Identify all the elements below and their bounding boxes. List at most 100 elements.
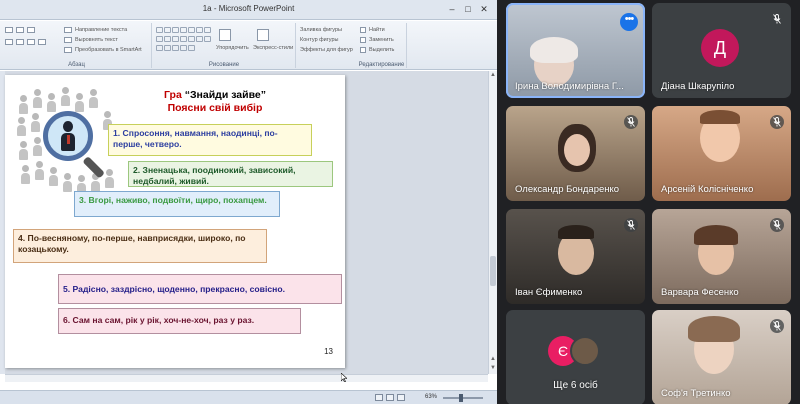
status-bar: 63% xyxy=(0,390,497,404)
bullets-icon[interactable] xyxy=(5,27,13,33)
shape-cloud-icon[interactable] xyxy=(188,36,195,42)
mouse-cursor-icon xyxy=(341,373,347,382)
smartart-button[interactable]: Преобразовать в SmartArt xyxy=(75,47,142,53)
answer-box-5[interactable]: 5. Радісно, заздрісно, щоденно, прекрасн… xyxy=(58,274,342,304)
arrange-button[interactable]: Упорядочить xyxy=(216,45,249,51)
close-button[interactable]: ✕ xyxy=(479,4,489,14)
ribbon: Направление текста Выровнять текст Преоб… xyxy=(0,21,497,70)
people-illustration xyxy=(17,87,117,197)
next-slide-icon[interactable]: ▼ xyxy=(489,365,497,373)
shape-lightning-icon[interactable] xyxy=(172,45,179,51)
scroll-up-icon[interactable]: ▲ xyxy=(489,72,497,80)
participant-tile[interactable]: Варвара Фесенко xyxy=(652,209,791,304)
shape-heart-icon[interactable] xyxy=(180,36,187,42)
zoom-level[interactable]: 63% xyxy=(425,394,437,400)
answer-box-2[interactable]: 2. Зненацька, поодинокий, зависокий, нед… xyxy=(128,161,333,187)
shape-oval-icon[interactable] xyxy=(180,27,187,33)
person-icon xyxy=(33,137,42,156)
shape-cube-icon[interactable] xyxy=(156,45,163,51)
minimize-button[interactable]: – xyxy=(447,4,457,14)
person-icon xyxy=(35,161,44,180)
participant-name: Діана Шкарупіло xyxy=(661,81,735,92)
find-button[interactable]: Найти xyxy=(369,27,385,33)
person-icon xyxy=(19,95,28,114)
person-icon xyxy=(47,93,56,112)
participant-name: Соф'я Третинко xyxy=(661,388,731,399)
shape-smile-icon[interactable] xyxy=(164,45,171,51)
zoom-slider-knob[interactable] xyxy=(459,394,463,402)
mic-off-icon xyxy=(770,115,784,129)
more-participants-tile[interactable]: Є Ще 6 осіб xyxy=(506,310,645,404)
replace-icon xyxy=(360,37,366,43)
shape-wave-icon[interactable] xyxy=(188,45,195,51)
more-options-button[interactable]: ••• xyxy=(620,13,638,31)
answer-box-1[interactable]: 1. Спросоння, навмання, наодинці, по-пер… xyxy=(108,124,312,156)
avatar xyxy=(570,336,600,366)
participant-tile[interactable]: Іван Єфименко xyxy=(506,209,645,304)
screen: 1a - Microsoft PowerPoint – □ ✕ Направле… xyxy=(0,0,800,404)
shape-effects-button[interactable]: Эффекты для фигур xyxy=(300,47,353,53)
shape-flow-icon[interactable] xyxy=(196,36,203,42)
justify-icon[interactable] xyxy=(38,39,46,45)
shape-callout-icon[interactable] xyxy=(172,36,179,42)
slide-title-prefix: Гра xyxy=(163,89,185,101)
shape-format-group: Заливка фигуры Контур фигуры Эффекты для… xyxy=(297,23,357,68)
align-text-button[interactable]: Выровнять текст xyxy=(75,37,118,43)
text-direction-button[interactable]: Направление текста xyxy=(75,27,127,33)
slide[interactable]: Гра “Знайди зайве” Поясни свій вибір 1. … xyxy=(5,75,345,368)
replace-button[interactable]: Заменить xyxy=(369,37,394,43)
shape-outline-button[interactable]: Контур фигуры xyxy=(300,37,338,43)
shape-more-icon[interactable] xyxy=(204,36,211,42)
align-center-icon[interactable] xyxy=(16,39,24,45)
slide-title-quote: “Знайди зайве” xyxy=(184,89,267,101)
shape-bracket-icon[interactable] xyxy=(196,27,203,33)
participant-tile[interactable]: ••• Ірина Володимирівна Г... xyxy=(506,3,645,98)
shape-curve-icon[interactable] xyxy=(156,36,163,42)
slide-sorter-icon[interactable] xyxy=(386,394,394,401)
shape-fill-button[interactable]: Заливка фигуры xyxy=(300,27,342,33)
slideshow-icon[interactable] xyxy=(397,394,405,401)
shape-rectangle-icon[interactable] xyxy=(172,27,179,33)
participant-tile[interactable]: Арсеній Колісніченко xyxy=(652,106,791,201)
paragraph-group: Направление текста Выровнять текст Преоб… xyxy=(2,23,152,68)
maximize-button[interactable]: □ xyxy=(463,4,473,14)
person-icon xyxy=(89,89,98,108)
editing-group-label: Редактирование xyxy=(358,62,405,68)
person-icon xyxy=(49,167,58,186)
align-right-icon[interactable] xyxy=(27,39,35,45)
zoom-slider[interactable] xyxy=(443,394,483,402)
vertical-scrollbar[interactable]: ▲ ▲ ▼ xyxy=(488,71,497,374)
drawing-group: Упорядочить Экспресс-стили Рисование xyxy=(153,23,296,68)
normal-view-icon[interactable] xyxy=(375,394,383,401)
answer-box-3[interactable]: 3. Вгорі, наживо, подвоїти, щиро, похапц… xyxy=(74,191,280,217)
answer-box-6[interactable]: 6. Сам на сам, рік у рік, хоч-не-хоч, ра… xyxy=(58,308,301,334)
answer-box-4[interactable]: 4. По-весняному, по-перше, навприсядки, … xyxy=(13,229,267,263)
shape-arrow-icon[interactable] xyxy=(164,27,171,33)
shape-triangle-icon[interactable] xyxy=(188,27,195,33)
shape-moon-icon[interactable] xyxy=(180,45,187,51)
horizontal-scrollbar[interactable] xyxy=(5,374,488,382)
quick-styles-button[interactable]: Экспресс-стили xyxy=(253,45,293,51)
select-button[interactable]: Выделить xyxy=(369,47,394,53)
more-participants-label: Ще 6 осіб xyxy=(553,380,598,391)
slide-number: 13 xyxy=(324,347,333,356)
participant-tile[interactable]: Олександр Бондаренко xyxy=(506,106,645,201)
indent-icon[interactable] xyxy=(27,27,35,33)
prev-slide-icon[interactable]: ▲ xyxy=(489,356,497,364)
text-direction-icon xyxy=(64,27,72,33)
powerpoint-window: 1a - Microsoft PowerPoint – □ ✕ Направле… xyxy=(0,0,497,404)
participant-tile[interactable]: Д Діана Шкарупіло xyxy=(652,3,791,98)
align-left-icon[interactable] xyxy=(5,39,13,45)
scroll-thumb[interactable] xyxy=(490,256,496,286)
editing-group: Найти Заменить Выделить Редактирование xyxy=(357,23,407,68)
numbering-icon[interactable] xyxy=(16,27,24,33)
drawing-group-label: Рисование xyxy=(208,62,240,68)
shape-line-icon[interactable] xyxy=(156,27,163,33)
participants-grid: ••• Ірина Володимирівна Г... Д Діана Шка… xyxy=(497,0,800,404)
participant-tile[interactable]: Соф'я Третинко xyxy=(652,310,791,404)
smartart-icon xyxy=(64,47,72,53)
shape-star-icon[interactable] xyxy=(204,27,211,33)
window-title: 1a - Microsoft PowerPoint xyxy=(202,4,295,13)
participant-name: Іван Єфименко xyxy=(515,287,583,298)
shape-brace-icon[interactable] xyxy=(164,36,171,42)
